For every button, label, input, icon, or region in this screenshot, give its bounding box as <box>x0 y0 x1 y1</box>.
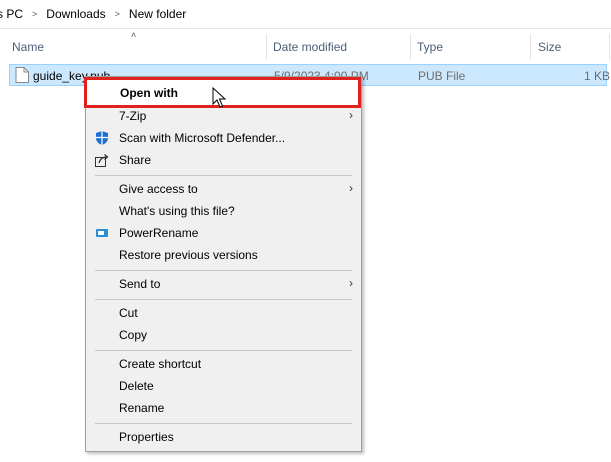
menu-item-label: Send to <box>119 277 161 291</box>
chevron-right-icon: › <box>349 276 353 290</box>
column-divider[interactable] <box>266 34 267 60</box>
menu-separator <box>95 350 352 351</box>
address-divider <box>0 28 611 29</box>
shield-icon <box>96 131 108 145</box>
file-type: PUB File <box>418 69 466 83</box>
breadcrumb-separator-icon[interactable]: > <box>32 9 37 19</box>
breadcrumb-downloads[interactable]: Downloads <box>46 7 105 21</box>
menu-separator <box>95 270 352 271</box>
menu-item-scan-defender[interactable]: Scan with Microsoft Defender... <box>86 127 361 149</box>
menu-item-power-rename[interactable]: PowerRename <box>86 222 361 244</box>
column-name[interactable]: Name <box>12 40 44 54</box>
breadcrumb-separator-icon[interactable]: > <box>115 9 120 19</box>
menu-separator <box>95 299 352 300</box>
menu-item-label: Restore previous versions <box>119 248 258 262</box>
share-icon <box>95 154 109 167</box>
menu-item-label: Create shortcut <box>119 357 202 371</box>
file-size: 1 KB <box>584 69 611 83</box>
menu-item-create-shortcut[interactable]: Create shortcut <box>86 353 361 375</box>
column-divider[interactable] <box>410 34 411 60</box>
menu-item-label: Copy <box>119 328 148 342</box>
menu-item-label: What's using this file? <box>119 204 235 218</box>
breadcrumb-new-folder[interactable]: New folder <box>129 7 186 21</box>
menu-item-label: Open with <box>120 86 178 100</box>
menu-item-label: Scan with Microsoft Defender... <box>119 131 286 145</box>
menu-item-whats-using[interactable]: What's using this file? <box>86 200 361 222</box>
menu-item-label: Delete <box>119 379 154 393</box>
menu-item-rename[interactable]: Rename <box>86 397 361 419</box>
chevron-right-icon: › <box>349 108 353 122</box>
mouse-pointer-icon <box>212 87 226 108</box>
column-date-modified[interactable]: Date modified <box>273 40 347 54</box>
menu-item-label: Properties <box>119 430 174 444</box>
column-divider[interactable] <box>609 34 610 60</box>
menu-item-cut[interactable]: Cut <box>86 302 361 324</box>
breadcrumb-this-pc[interactable]: s PC <box>0 7 23 21</box>
menu-item-label: Give access to <box>119 182 198 196</box>
menu-item-label: Cut <box>119 306 138 320</box>
menu-item-label: Share <box>119 153 152 167</box>
menu-separator <box>95 423 352 424</box>
column-divider[interactable] <box>530 34 531 60</box>
menu-item-label: PowerRename <box>119 226 199 240</box>
file-icon <box>15 67 29 83</box>
context-menu: 7-Zip › Scan with Microsoft Defender... … <box>85 76 362 452</box>
column-type[interactable]: Type <box>417 40 443 54</box>
chevron-right-icon: › <box>349 181 353 195</box>
menu-item-share[interactable]: Share <box>86 149 361 171</box>
column-header: ˄ Name Date modified Type Size <box>0 30 611 62</box>
menu-item-properties[interactable]: Properties <box>86 426 361 448</box>
menu-item-give-access[interactable]: Give access to › <box>86 178 361 200</box>
breadcrumb: s PC > Downloads > New folder <box>0 0 611 28</box>
menu-separator <box>95 175 352 176</box>
menu-item-label: Rename <box>119 401 165 415</box>
power-rename-icon <box>96 229 108 237</box>
menu-item-delete[interactable]: Delete <box>86 375 361 397</box>
menu-item-label: 7-Zip <box>119 109 147 123</box>
sort-ascending-icon: ˄ <box>131 30 137 40</box>
column-size[interactable]: Size <box>538 40 561 54</box>
menu-item-send-to[interactable]: Send to › <box>86 273 361 295</box>
menu-item-copy[interactable]: Copy <box>86 324 361 346</box>
menu-item-restore-versions[interactable]: Restore previous versions <box>86 244 361 266</box>
